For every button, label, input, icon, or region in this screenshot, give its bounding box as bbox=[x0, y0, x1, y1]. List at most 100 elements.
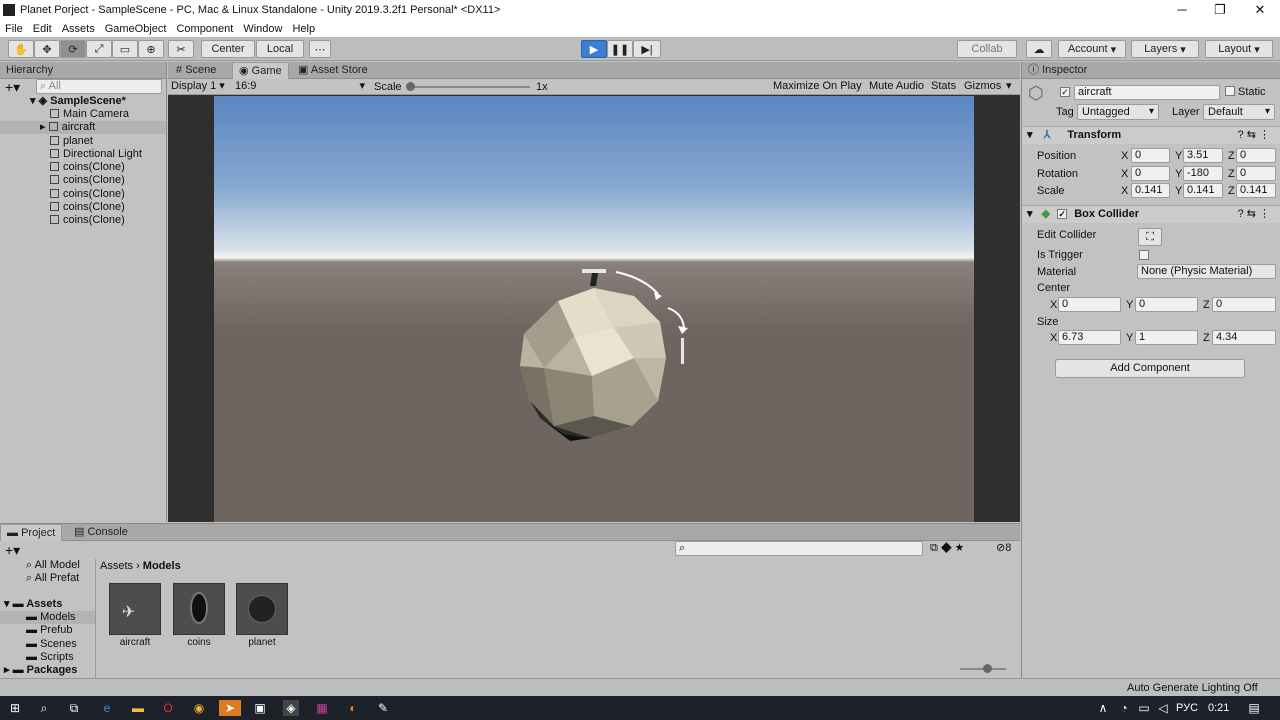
tab-scene[interactable]: # Scene bbox=[170, 62, 222, 79]
hierarchy-item[interactable]: coins(Clone) bbox=[50, 161, 125, 174]
asset-thumbnail-planet[interactable] bbox=[236, 583, 288, 635]
scale-x-field[interactable]: 0.141 bbox=[1131, 183, 1170, 198]
tree-assets[interactable]: ▾ ▬ Assets bbox=[4, 598, 62, 611]
network-icon[interactable]: ◔ bbox=[1116, 700, 1132, 716]
pivot-center-button[interactable]: Center bbox=[201, 40, 255, 58]
maximize-button[interactable]: ❐ bbox=[1200, 0, 1240, 20]
notification-icon[interactable]: ▤ bbox=[1246, 700, 1262, 716]
tab-asset-store[interactable]: ▣ Asset Store bbox=[292, 62, 374, 79]
filter-icons[interactable]: ⧉ ◆ ★ bbox=[930, 542, 964, 555]
transform-tool-icon[interactable]: ⊕ bbox=[138, 40, 164, 58]
layout-dropdown[interactable]: Layout ▾ bbox=[1205, 40, 1273, 58]
maximize-on-play-toggle[interactable]: Maximize On Play bbox=[773, 80, 862, 93]
hierarchy-item-selected[interactable]: ▸ aircraft bbox=[0, 121, 166, 134]
material-field[interactable]: None (Physic Material) bbox=[1137, 264, 1276, 279]
search-icon[interactable]: ⌕ bbox=[36, 700, 52, 716]
scale-tool-icon[interactable]: ⤢ bbox=[86, 40, 112, 58]
hierarchy-item[interactable]: planet bbox=[50, 135, 93, 148]
language-indicator[interactable]: РУС bbox=[1176, 702, 1198, 714]
rotation-x-field[interactable]: 0 bbox=[1131, 166, 1170, 181]
component-menu-icons[interactable]: ? ⇆ ⋮ bbox=[1238, 206, 1270, 223]
object-name-field[interactable]: aircraft bbox=[1074, 85, 1220, 100]
center-x-field[interactable]: 0 bbox=[1058, 297, 1121, 312]
tab-console[interactable]: ▤ Console bbox=[68, 524, 134, 541]
hierarchy-item[interactable]: coins(Clone) bbox=[50, 188, 125, 201]
step-button[interactable]: ▶| bbox=[633, 40, 661, 58]
battery-icon[interactable]: ▭ bbox=[1136, 700, 1152, 716]
stats-toggle[interactable]: Stats bbox=[931, 80, 956, 93]
collider-enabled-checkbox[interactable]: ✓ bbox=[1057, 209, 1068, 219]
explorer-icon[interactable]: ▬ bbox=[130, 700, 146, 716]
hierarchy-item[interactable]: coins(Clone) bbox=[50, 214, 125, 227]
menu-edit[interactable]: Edit bbox=[28, 23, 57, 35]
project-add-button[interactable]: +▾ bbox=[5, 543, 20, 557]
pivot-local-button[interactable]: Local bbox=[256, 40, 304, 58]
menu-window[interactable]: Window bbox=[238, 23, 287, 35]
breadcrumb-assets[interactable]: Assets bbox=[100, 560, 133, 572]
component-menu-icons[interactable]: ? ⇆ ⋮ bbox=[1238, 127, 1270, 144]
opera-icon[interactable]: O bbox=[160, 700, 176, 716]
tray-chevron-icon[interactable]: ∧ bbox=[1095, 700, 1111, 716]
tree-folder[interactable]: ▬ Prefub bbox=[26, 624, 72, 637]
zoom-slider-thumb[interactable] bbox=[983, 664, 992, 673]
app-icon[interactable]: ▣ bbox=[252, 700, 268, 716]
active-checkbox[interactable]: ✓ bbox=[1060, 86, 1070, 98]
menu-component[interactable]: Component bbox=[171, 23, 238, 35]
position-x-field[interactable]: 0 bbox=[1131, 148, 1170, 163]
hierarchy-item[interactable]: Main Camera bbox=[50, 108, 129, 121]
project-search-input[interactable]: ⌕ bbox=[675, 541, 923, 556]
asset-thumbnail-aircraft[interactable]: ✈ bbox=[109, 583, 161, 635]
blender-icon[interactable]: ◐ bbox=[345, 700, 361, 716]
layer-dropdown[interactable]: Default bbox=[1203, 104, 1275, 120]
rotation-y-field[interactable]: -180 bbox=[1183, 166, 1223, 181]
volume-icon[interactable]: ◁ bbox=[1155, 700, 1171, 716]
minimize-button[interactable]: ─ bbox=[1162, 0, 1202, 20]
edge-icon[interactable]: e bbox=[99, 700, 115, 716]
layers-dropdown[interactable]: Layers ▾ bbox=[1131, 40, 1199, 58]
tree-folder-selected[interactable]: ▬ Models bbox=[0, 611, 95, 624]
scene-root-row[interactable]: ▾ ◈ SampleScene* bbox=[30, 95, 126, 108]
hand-tool-icon[interactable]: ✋ bbox=[8, 40, 34, 58]
tab-game[interactable]: ◉ Game bbox=[232, 62, 289, 79]
size-z-field[interactable]: 4.34 bbox=[1212, 330, 1276, 345]
size-x-field[interactable]: 6.73 bbox=[1058, 330, 1121, 345]
unity-taskbar-icon[interactable]: ◈ bbox=[283, 700, 299, 716]
hierarchy-search-input[interactable]: ⌕ All bbox=[36, 79, 162, 94]
custom-tool-icon[interactable]: ✂ bbox=[168, 40, 194, 58]
add-component-button[interactable]: Add Component bbox=[1055, 359, 1245, 378]
collab-button[interactable]: Collab bbox=[957, 40, 1017, 58]
favorite-item[interactable]: ⌕ All Model bbox=[26, 559, 80, 572]
account-dropdown[interactable]: Account ▾ bbox=[1058, 40, 1126, 58]
rect-tool-icon[interactable]: ▭ bbox=[112, 40, 138, 58]
status-text[interactable]: Auto Generate Lighting Off bbox=[1127, 682, 1258, 695]
hierarchy-item[interactable]: coins(Clone) bbox=[50, 174, 125, 187]
hierarchy-item[interactable]: Directional Light bbox=[50, 148, 142, 161]
favorite-item[interactable]: ⌕ All Prefat bbox=[26, 572, 79, 585]
position-y-field[interactable]: 3.51 bbox=[1183, 148, 1223, 163]
snap-icon[interactable]: ⋯ bbox=[309, 40, 331, 58]
tab-inspector[interactable]: ⓘ Inspector bbox=[1022, 62, 1093, 79]
clock[interactable]: 0:21 bbox=[1208, 702, 1229, 714]
tree-folder[interactable]: ▬ Scenes bbox=[26, 638, 77, 651]
tree-folder[interactable]: ▬ Scripts bbox=[26, 651, 74, 664]
windows-start-icon[interactable]: ⊞ bbox=[7, 700, 23, 716]
scale-y-field[interactable]: 0.141 bbox=[1183, 183, 1223, 198]
play-button[interactable]: ▶ bbox=[581, 40, 607, 58]
task-view-icon[interactable]: ⧉ bbox=[66, 700, 82, 716]
pause-button[interactable]: ❚❚ bbox=[607, 40, 633, 58]
position-z-field[interactable]: 0 bbox=[1236, 148, 1276, 163]
size-y-field[interactable]: 1 bbox=[1135, 330, 1198, 345]
display-dropdown[interactable]: Display 1 ▾ bbox=[171, 80, 225, 93]
tool-icon[interactable]: ✎ bbox=[375, 700, 391, 716]
is-trigger-checkbox[interactable] bbox=[1139, 250, 1149, 263]
center-y-field[interactable]: 0 bbox=[1135, 297, 1198, 312]
gizmos-toggle[interactable]: Gizmos bbox=[964, 80, 1001, 93]
hierarchy-add-button[interactable]: +▾ bbox=[5, 80, 20, 94]
scale-z-field[interactable]: 0.141 bbox=[1236, 183, 1276, 198]
move-tool-icon[interactable]: ✥ bbox=[34, 40, 60, 58]
center-z-field[interactable]: 0 bbox=[1212, 297, 1276, 312]
rotation-z-field[interactable]: 0 bbox=[1236, 166, 1276, 181]
scale-slider-thumb[interactable] bbox=[406, 82, 415, 91]
menu-gameobject[interactable]: GameObject bbox=[100, 23, 172, 35]
menu-help[interactable]: Help bbox=[287, 23, 320, 35]
